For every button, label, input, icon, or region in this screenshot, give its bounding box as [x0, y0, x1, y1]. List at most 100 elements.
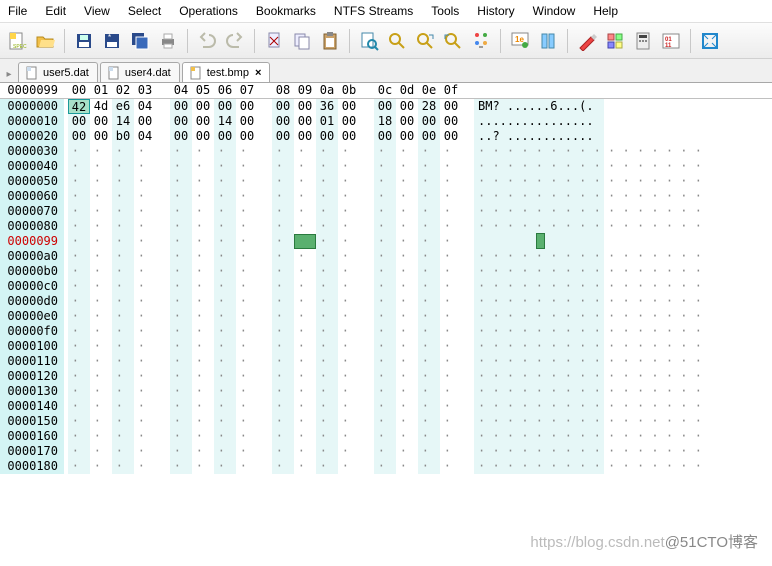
menu-item-operations[interactable]: Operations — [179, 4, 238, 18]
hex-byte[interactable]: · — [396, 204, 418, 219]
hex-byte[interactable]: · — [68, 339, 90, 354]
hex-byte[interactable]: · — [236, 294, 258, 309]
hex-byte[interactable]: · — [134, 414, 156, 429]
hex-byte[interactable]: · — [90, 324, 112, 339]
ascii-cell[interactable]: · · · · · · · · · · · · · · · · — [474, 399, 604, 414]
hex-byte[interactable]: · — [236, 159, 258, 174]
ascii-cell[interactable]: ................ — [474, 114, 604, 129]
hex-byte[interactable]: · — [338, 294, 360, 309]
hex-byte[interactable]: · — [294, 294, 316, 309]
save-button[interactable] — [71, 28, 97, 54]
hex-byte[interactable]: · — [316, 219, 338, 234]
hex-byte[interactable]: · — [112, 459, 134, 474]
hex-byte[interactable]: 36 — [316, 99, 338, 114]
goto-button[interactable]: 1e — [507, 28, 533, 54]
hex-byte[interactable]: · — [112, 354, 134, 369]
hex-byte[interactable]: · — [90, 384, 112, 399]
hex-byte[interactable]: · — [338, 384, 360, 399]
hex-byte[interactable]: · — [294, 204, 316, 219]
hex-byte[interactable]: · — [192, 189, 214, 204]
hex-byte[interactable]: · — [338, 444, 360, 459]
hex-bytes[interactable]: · · · · · · · · · · · · · · · · — [64, 444, 462, 459]
hex-byte[interactable]: · — [338, 249, 360, 264]
hex-byte[interactable]: · — [396, 144, 418, 159]
binary-view-button[interactable]: 0111 — [658, 28, 684, 54]
hex-byte[interactable]: · — [170, 264, 192, 279]
hex-byte[interactable]: · — [374, 309, 396, 324]
hex-byte[interactable]: · — [68, 204, 90, 219]
hex-byte[interactable]: · — [396, 399, 418, 414]
hex-byte[interactable]: · — [170, 384, 192, 399]
hex-byte[interactable]: · — [418, 234, 440, 249]
hex-byte[interactable]: · — [396, 384, 418, 399]
hex-bytes[interactable]: · · · · · · · · · · · · · · · · — [64, 204, 462, 219]
hex-byte[interactable]: · — [418, 189, 440, 204]
hex-byte[interactable]: 00 — [170, 129, 192, 144]
ascii-cell[interactable]: ..? ............ — [474, 129, 604, 144]
hex-byte[interactable]: · — [338, 414, 360, 429]
hex-byte[interactable]: · — [338, 234, 360, 249]
hex-byte[interactable]: · — [316, 324, 338, 339]
hex-byte[interactable]: · — [134, 264, 156, 279]
hex-byte[interactable]: · — [418, 459, 440, 474]
hex-byte[interactable]: · — [418, 414, 440, 429]
hex-byte[interactable]: · — [236, 234, 258, 249]
hex-byte[interactable]: · — [112, 444, 134, 459]
hex-bytes[interactable]: · · · · · · · · · · · · · · · · — [64, 429, 462, 444]
hex-row[interactable]: 00000b0· · · · · · · · · · · · · · · · ·… — [0, 264, 772, 279]
hex-byte[interactable]: b0 — [112, 129, 134, 144]
hex-byte[interactable]: · — [338, 144, 360, 159]
hex-bytes[interactable]: · · · · · · · · · · · · · · · · — [64, 294, 462, 309]
hex-byte[interactable]: · — [272, 354, 294, 369]
hex-byte[interactable]: · — [440, 399, 462, 414]
hex-byte[interactable]: · — [112, 264, 134, 279]
hex-byte[interactable]: 00 — [68, 114, 90, 129]
hex-byte[interactable]: · — [134, 354, 156, 369]
hex-bytes[interactable]: · · · · · · · · · · · · · · · · — [64, 144, 462, 159]
hex-byte[interactable]: · — [338, 174, 360, 189]
hex-byte[interactable]: 00 — [68, 129, 90, 144]
hex-byte[interactable]: 00 — [192, 114, 214, 129]
hex-byte[interactable]: · — [236, 339, 258, 354]
hex-byte[interactable]: · — [396, 294, 418, 309]
hex-byte[interactable]: · — [374, 174, 396, 189]
hex-byte[interactable]: · — [170, 324, 192, 339]
hex-byte[interactable]: · — [272, 459, 294, 474]
hex-byte[interactable]: · — [272, 429, 294, 444]
menu-item-select[interactable]: Select — [128, 4, 161, 18]
hex-byte[interactable]: · — [214, 339, 236, 354]
hex-byte[interactable]: · — [316, 369, 338, 384]
hex-bytes[interactable]: 424de604000000000000360000002800 — [64, 99, 462, 114]
hex-byte[interactable]: 00 — [236, 129, 258, 144]
hex-byte[interactable]: · — [112, 144, 134, 159]
hex-byte[interactable]: · — [396, 174, 418, 189]
hex-byte[interactable]: · — [294, 429, 316, 444]
hex-byte[interactable]: · — [316, 294, 338, 309]
hex-row[interactable]: 0000040· · · · · · · · · · · · · · · · ·… — [0, 159, 772, 174]
replace-button[interactable] — [468, 28, 494, 54]
hex-byte[interactable]: 42 — [68, 99, 90, 114]
hex-row[interactable]: 00000c0· · · · · · · · · · · · · · · · ·… — [0, 279, 772, 294]
hex-byte[interactable]: · — [418, 294, 440, 309]
hex-byte[interactable]: 00 — [236, 99, 258, 114]
hex-byte[interactable]: · — [418, 324, 440, 339]
hex-byte[interactable]: · — [170, 249, 192, 264]
hex-row[interactable]: 0000180· · · · · · · · · · · · · · · · ·… — [0, 459, 772, 474]
hex-byte[interactable]: · — [134, 219, 156, 234]
hex-byte[interactable]: · — [112, 234, 134, 249]
hex-bytes[interactable]: · · · · · · · · · · · · · · · · — [64, 414, 462, 429]
ascii-cell[interactable]: · · · · · · · · · · · · · · · · — [474, 444, 604, 459]
ascii-cell[interactable]: · · · · · · · · · · · · · · · · — [474, 174, 604, 189]
hex-byte[interactable]: · — [396, 159, 418, 174]
hex-row[interactable]: 0000030· · · · · · · · · · · · · · · · ·… — [0, 144, 772, 159]
find-button[interactable] — [356, 28, 382, 54]
hex-byte[interactable]: 00 — [338, 129, 360, 144]
menu-item-bookmarks[interactable]: Bookmarks — [256, 4, 316, 18]
hex-bytes[interactable]: · · · · · · · · · · · · · · · · — [64, 354, 462, 369]
hex-bytes[interactable]: · · · · · · · · · · · · · · · · — [64, 174, 462, 189]
hex-byte[interactable]: · — [294, 399, 316, 414]
hex-byte[interactable]: · — [214, 234, 236, 249]
hex-byte[interactable]: · — [68, 189, 90, 204]
hex-byte[interactable]: 14 — [112, 114, 134, 129]
hex-byte[interactable]: · — [170, 414, 192, 429]
